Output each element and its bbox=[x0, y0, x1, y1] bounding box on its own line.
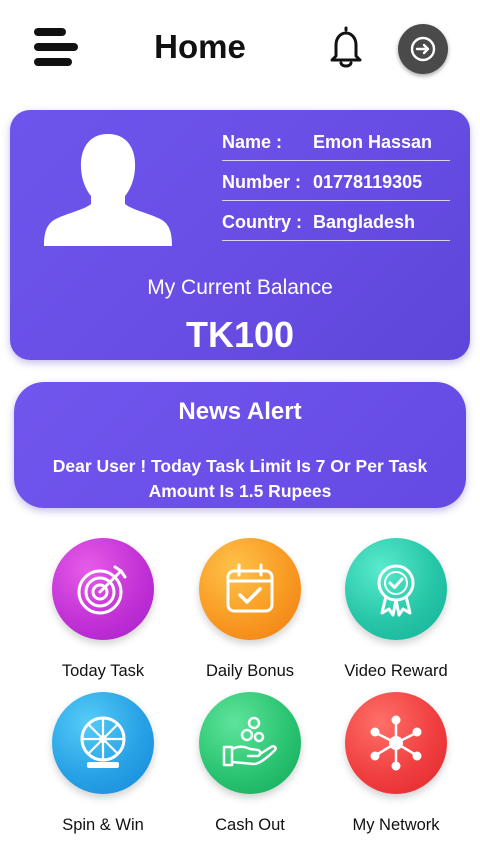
target-icon bbox=[77, 565, 127, 615]
app-header: Home bbox=[0, 0, 480, 98]
country-row: Country : Bangladesh bbox=[222, 202, 450, 241]
hamburger-menu-icon[interactable] bbox=[34, 28, 78, 66]
avatar bbox=[44, 130, 172, 246]
video-reward-circle bbox=[345, 538, 447, 640]
today-task-label: Today Task bbox=[61, 662, 145, 680]
my-network-button[interactable]: My Network bbox=[323, 692, 463, 834]
bell-icon[interactable] bbox=[326, 26, 366, 70]
country-value: Bangladesh bbox=[313, 212, 416, 232]
today-task-circle bbox=[52, 538, 154, 640]
cash-hand-icon bbox=[222, 716, 277, 767]
number-row: Number : 01778119305 bbox=[222, 162, 450, 201]
spin-win-circle bbox=[52, 692, 154, 794]
user-silhouette-icon bbox=[44, 134, 172, 246]
video-reward-button[interactable]: Video Reward bbox=[323, 538, 463, 680]
news-alert-card: News Alert Dear User ! Today Task Limit … bbox=[14, 382, 466, 508]
my-network-label: My Network bbox=[352, 816, 440, 834]
logout-icon bbox=[410, 36, 436, 62]
country-label: Country : bbox=[222, 212, 302, 232]
name-row: Name : Emon Hassan bbox=[222, 122, 450, 161]
balance-value: TK100 bbox=[185, 314, 295, 355]
name-value: Emon Hassan bbox=[313, 132, 433, 152]
today-task-button[interactable]: Today Task bbox=[30, 538, 170, 680]
daily-bonus-button[interactable]: Daily Bonus bbox=[177, 538, 317, 680]
network-icon bbox=[370, 715, 422, 771]
number-label: Number : bbox=[222, 172, 302, 192]
profile-card: Name : Emon Hassan Number : 01778119305 … bbox=[10, 110, 470, 360]
spin-win-button[interactable]: Spin & Win bbox=[30, 692, 170, 834]
logout-button[interactable] bbox=[398, 24, 448, 74]
name-label: Name : bbox=[222, 132, 283, 152]
video-reward-label: Video Reward bbox=[344, 662, 448, 680]
calendar-icon bbox=[226, 563, 274, 613]
page-title: Home bbox=[154, 28, 246, 65]
news-message: Dear User ! Today Task Limit Is 7 Or Per… bbox=[52, 456, 428, 501]
wheel-icon bbox=[80, 716, 126, 768]
daily-bonus-circle bbox=[199, 538, 301, 640]
daily-bonus-label: Daily Bonus bbox=[205, 662, 295, 680]
news-title: News Alert bbox=[178, 398, 302, 425]
my-network-circle bbox=[345, 692, 447, 794]
balance-label: My Current Balance bbox=[147, 276, 333, 299]
home-screen: Home Name : Emon Hassan Number: 0177811… bbox=[0, 0, 480, 852]
cash-out-circle bbox=[199, 692, 301, 794]
award-badge-icon bbox=[377, 564, 415, 617]
spin-win-label: Spin & Win bbox=[62, 816, 144, 834]
number-value: 01778119305 bbox=[313, 172, 423, 192]
cash-out-label: Cash Out bbox=[215, 816, 285, 834]
cash-out-button[interactable]: Cash Out bbox=[177, 692, 317, 834]
